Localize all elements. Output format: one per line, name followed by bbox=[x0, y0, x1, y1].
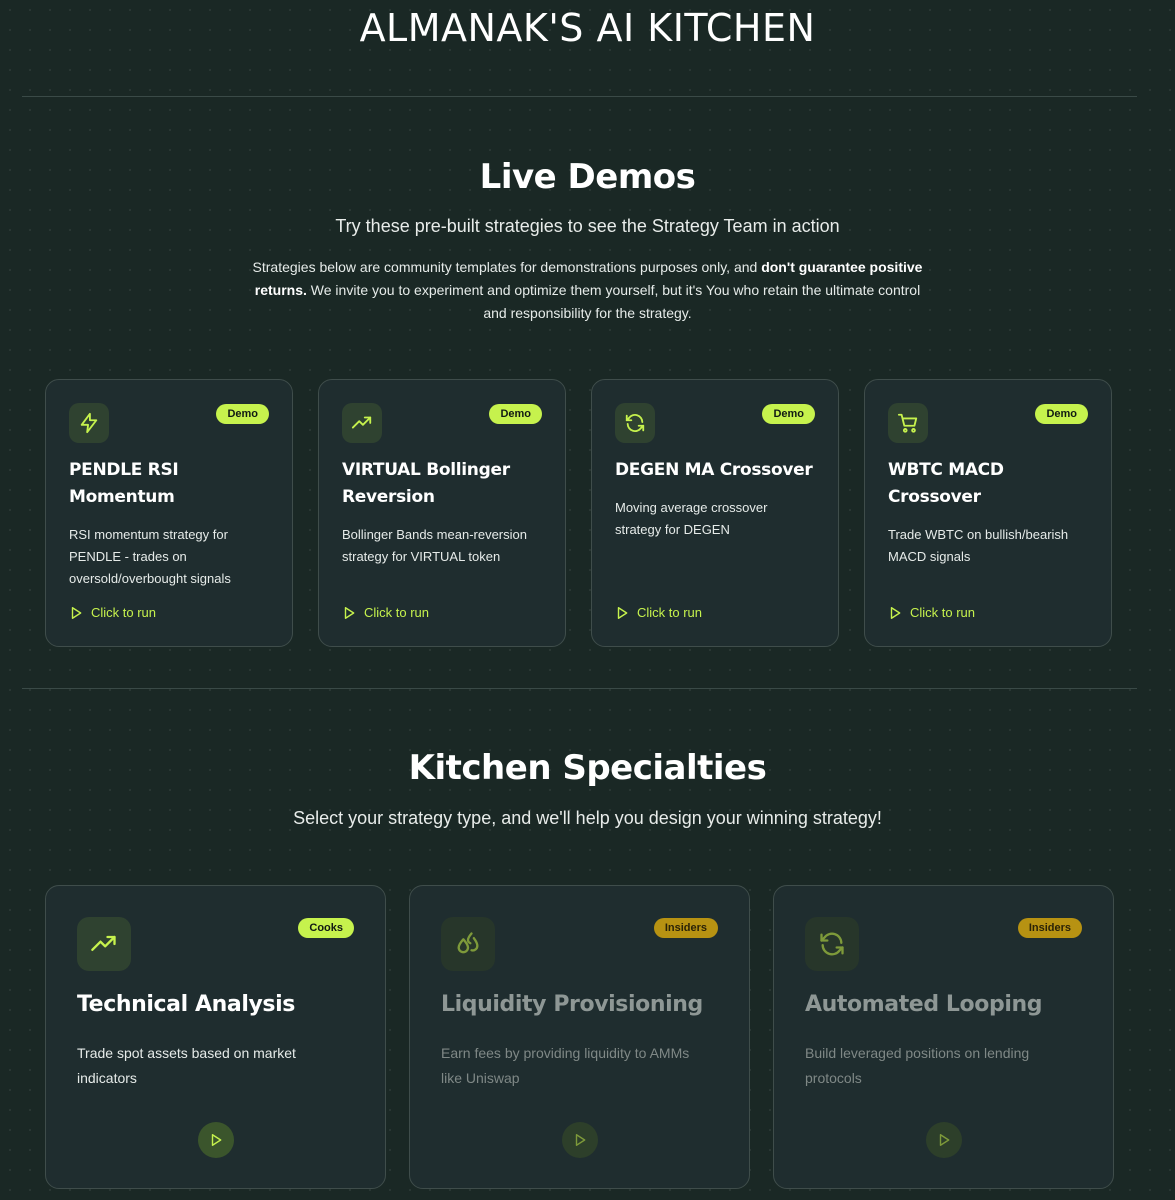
demo-badge: Demo bbox=[216, 404, 269, 424]
specialty-title: Automated Looping bbox=[805, 992, 1043, 1017]
trending-up-icon bbox=[77, 917, 131, 971]
cooks-badge: Cooks bbox=[298, 918, 354, 938]
play-icon bbox=[211, 1134, 222, 1146]
play-button[interactable] bbox=[926, 1122, 962, 1158]
click-to-run-label: Click to run bbox=[91, 605, 157, 620]
demo-card-description: Bollinger Bands mean-reversion strategy … bbox=[342, 527, 527, 564]
demo-card-title: PENDLE RSI Momentum bbox=[69, 460, 179, 507]
play-button[interactable] bbox=[562, 1122, 598, 1158]
demo-badge: Demo bbox=[489, 404, 542, 424]
demo-card-degen[interactable]: Demo DEGEN MA Crossover Moving average c… bbox=[591, 379, 839, 647]
live-demos-title: Live Demos bbox=[479, 157, 696, 197]
demo-card-virtual[interactable]: Demo VIRTUAL Bollinger Reversion Bolling… bbox=[318, 379, 566, 647]
play-icon bbox=[890, 606, 901, 619]
disclaimer-text-2: We invite you to experiment and optimize… bbox=[306, 282, 921, 321]
demo-card-pendle[interactable]: Demo PENDLE RSI Momentum RSI momentum st… bbox=[45, 379, 293, 647]
specialty-card-automated-looping[interactable]: Insiders Automated Looping Build leverag… bbox=[773, 885, 1114, 1189]
play-icon bbox=[575, 1134, 586, 1146]
click-to-run-label: Click to run bbox=[637, 605, 703, 620]
play-icon bbox=[939, 1134, 950, 1146]
section-divider bbox=[22, 688, 1137, 689]
header-divider bbox=[22, 96, 1137, 97]
click-to-run-button[interactable]: Click to run bbox=[342, 605, 429, 620]
insiders-badge: Insiders bbox=[653, 918, 718, 938]
demo-badge: Demo bbox=[762, 404, 815, 424]
refresh-icon bbox=[805, 917, 859, 971]
demo-card-description: Trade WBTC on bullish/bearish MACD signa… bbox=[888, 527, 1069, 564]
demo-card-description: Moving average crossover strategy for DE… bbox=[615, 500, 768, 537]
demo-card-description: RSI momentum strategy for PENDLE - trade… bbox=[69, 527, 231, 586]
kitchen-specialties-subtitle: Select your strategy type, and we'll hel… bbox=[293, 808, 882, 828]
demo-badge: Demo bbox=[1035, 404, 1088, 424]
demo-card-title: WBTC MACD Crossover bbox=[888, 460, 1004, 507]
kitchen-specialties-title: Kitchen Specialties bbox=[408, 748, 767, 788]
specialty-description: Trade spot assets based on market indica… bbox=[77, 1045, 296, 1086]
specialty-title: Technical Analysis bbox=[77, 992, 295, 1017]
play-icon bbox=[617, 606, 628, 619]
specialty-card-liquidity-provisioning[interactable]: Insiders Liquidity Provisioning Earn fee… bbox=[409, 885, 750, 1189]
specialty-description: Build leveraged positions on lending pro… bbox=[805, 1045, 1030, 1086]
play-icon bbox=[71, 606, 82, 619]
page-title: ALMANAK'S AI KITCHEN bbox=[359, 6, 816, 50]
click-to-run-label: Click to run bbox=[910, 605, 976, 620]
play-button[interactable] bbox=[198, 1122, 234, 1158]
live-demos-subtitle: Try these pre-built strategies to see th… bbox=[335, 216, 840, 236]
cart-icon bbox=[888, 403, 928, 443]
click-to-run-button[interactable]: Click to run bbox=[69, 605, 156, 620]
demo-card-title: VIRTUAL Bollinger Reversion bbox=[342, 460, 510, 507]
refresh-icon bbox=[615, 403, 655, 443]
click-to-run-label: Click to run bbox=[364, 605, 430, 620]
specialty-description: Earn fees by providing liquidity to AMMs… bbox=[441, 1045, 690, 1086]
lightning-icon bbox=[69, 403, 109, 443]
page-header: ALMANAK'S AI KITCHEN bbox=[0, 0, 1175, 60]
trending-up-icon bbox=[342, 403, 382, 443]
droplets-icon bbox=[441, 917, 495, 971]
specialty-card-technical-analysis[interactable]: Cooks Technical Analysis Trade spot asse… bbox=[45, 885, 386, 1189]
click-to-run-button[interactable]: Click to run bbox=[888, 605, 975, 620]
specialty-title: Liquidity Provisioning bbox=[441, 992, 703, 1017]
demo-disclaimer: Strategies below are community templates… bbox=[250, 256, 925, 325]
demo-card-title: DEGEN MA Crossover bbox=[615, 460, 813, 480]
play-icon bbox=[344, 606, 355, 619]
disclaimer-text-1: Strategies below are community templates… bbox=[252, 259, 762, 275]
insiders-badge: Insiders bbox=[1017, 918, 1082, 938]
click-to-run-button[interactable]: Click to run bbox=[615, 605, 702, 620]
demo-card-wbtc[interactable]: Demo WBTC MACD Crossover Trade WBTC on b… bbox=[864, 379, 1112, 647]
